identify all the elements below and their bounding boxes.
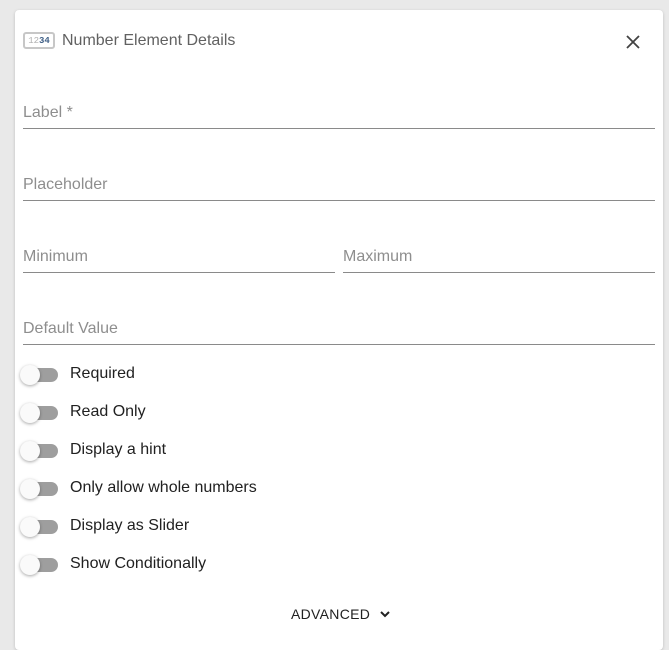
- placeholder-field[interactable]: [23, 170, 655, 201]
- default-value-field[interactable]: [23, 314, 655, 345]
- toggle-label: Read Only: [70, 403, 146, 420]
- toggle-label: Required: [70, 365, 135, 382]
- toggle-show-conditionally[interactable]: Show Conditionally: [20, 551, 420, 575]
- icon-digits-light: 12: [28, 35, 39, 46]
- maximum-field[interactable]: [343, 242, 655, 273]
- close-button[interactable]: [619, 28, 647, 56]
- toggle-label: Display as Slider: [70, 517, 190, 534]
- close-icon: [626, 35, 640, 49]
- toggle-display-hint[interactable]: Display a hint: [20, 437, 420, 461]
- toggle-thumb: [20, 441, 40, 461]
- default-value-input[interactable]: [23, 314, 655, 344]
- advanced-button[interactable]: ADVANCED: [283, 601, 398, 627]
- maximum-input[interactable]: [343, 242, 655, 272]
- minimum-field[interactable]: [23, 242, 335, 273]
- number-element-details-dialog: 1234 Number Element Details Required Rea…: [15, 10, 663, 650]
- toggle-thumb: [20, 555, 40, 575]
- toggle-read-only[interactable]: Read Only: [20, 399, 420, 423]
- toggle-whole-numbers[interactable]: Only allow whole numbers: [20, 475, 420, 499]
- toggle-thumb: [20, 403, 40, 423]
- minimum-input[interactable]: [23, 242, 335, 272]
- advanced-label: ADVANCED: [291, 606, 371, 622]
- dialog-title: Number Element Details: [62, 32, 236, 49]
- dialog-header: 12 34 Number Element Details: [23, 32, 655, 54]
- toggle-label: Show Conditionally: [70, 555, 207, 572]
- toggle-required[interactable]: Required: [20, 361, 420, 385]
- chevron-down-icon: [380, 610, 390, 618]
- toggle-display-slider[interactable]: Display as Slider: [20, 513, 420, 537]
- label-input[interactable]: [23, 98, 655, 128]
- label-field[interactable]: [23, 98, 655, 129]
- number-element-icon: 12 34: [23, 32, 55, 49]
- icon-digits-dark: 34: [39, 35, 50, 46]
- toggle-label: Display a hint: [70, 441, 167, 458]
- toggle-label: Only allow whole numbers: [70, 479, 257, 496]
- placeholder-input[interactable]: [23, 170, 655, 200]
- toggle-thumb: [20, 479, 40, 499]
- toggle-thumb: [20, 365, 40, 385]
- toggle-thumb: [20, 517, 40, 537]
